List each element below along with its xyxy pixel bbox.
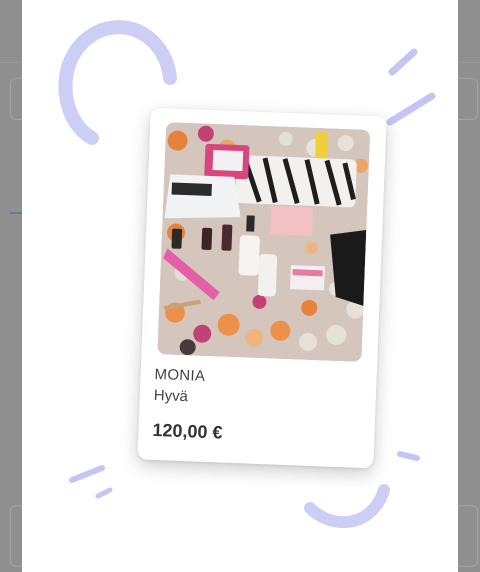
product-price: 120,00 € (152, 419, 223, 443)
product-brand: MONIA (154, 365, 206, 385)
product-card[interactable]: MONIA Hyvä 120,00 € (137, 107, 387, 469)
success-modal: MONIA Hyvä 120,00 € (22, 0, 458, 572)
product-photo (157, 122, 371, 362)
product-condition: Hyvä (153, 386, 189, 406)
